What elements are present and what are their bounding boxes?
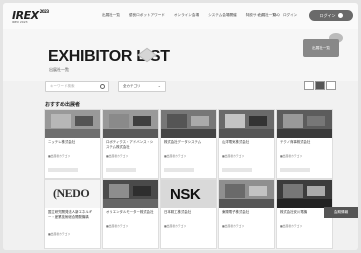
top-navigation: IREX2023 IREX 2023 出展社一覧 優良ロボットアワード オンライ…	[3, 3, 358, 29]
exhibitor-meta: ■出展者カテゴリ	[280, 154, 303, 158]
exhibitor-meta: ■出展者カテゴリ	[106, 224, 129, 228]
exhibitor-name: ニッテレ株式会社	[48, 140, 76, 144]
nedo-logo: (NEDO	[53, 186, 90, 200]
exhibitor-meta: ■出展者カテゴリ	[164, 224, 187, 228]
exhibitor-tag	[106, 168, 136, 172]
chevron-down-icon: ⌄	[157, 83, 161, 88]
exhibitor-image: NSK	[161, 180, 216, 208]
exhibitor-card[interactable]: 山洋電気株式会社 ■出展者カテゴリ	[218, 109, 275, 179]
nav-item[interactable]: オンライン会場	[174, 13, 199, 18]
exhibitor-meta: ■出展者カテゴリ	[48, 154, 71, 158]
exhibitor-card[interactable]: 株式会社データシステム ■出展者カテゴリ	[160, 109, 217, 179]
nav-item[interactable]: ログイン	[283, 13, 297, 18]
secondary-nav: 出展社一覧 ログイン	[258, 13, 304, 18]
user-icon	[337, 13, 343, 18]
exhibitor-meta: ■出展者カテゴリ	[48, 232, 71, 236]
hero-banner: EXHIBITOR LIST 出展社一覧 出展社一覧	[3, 29, 358, 81]
nav-item[interactable]: システム会場開催	[208, 13, 237, 18]
nsk-logo: NSK	[170, 186, 201, 203]
nav-item[interactable]: 出展社一覧	[102, 13, 120, 18]
category-select[interactable]: 全カテゴリ ⌄	[118, 81, 166, 92]
logo-year: 2023	[39, 9, 50, 14]
exhibitor-tag	[164, 168, 194, 172]
exhibitor-meta: ■出展者カテゴリ	[280, 224, 303, 228]
exhibitor-meta: ■出展者カテゴリ	[164, 154, 187, 158]
search-icon[interactable]	[100, 84, 105, 89]
exhibitor-card[interactable]: (NEDO 国立研究開発法人新エネルギー・産業技術総合開発機構 ■出展者カテゴリ	[44, 179, 101, 249]
exhibitor-name: 国立研究開発法人新エネルギー・産業技術総合開発機構	[48, 210, 93, 219]
exhibitor-card[interactable]: NSK 日本精工株式会社 ■出展者カテゴリ	[160, 179, 217, 249]
list-view-icon[interactable]	[304, 81, 314, 90]
exhibitor-name: オリエンタルモーター株式会社	[106, 210, 154, 214]
exhibitor-name: 株式会社データシステム	[164, 140, 202, 144]
exhibitor-card[interactable]: テクノ商事株式会社 ■出展者カテゴリ	[276, 109, 333, 179]
hero-badge[interactable]: 出展社一覧	[303, 39, 339, 57]
exhibitor-card[interactable]: 東陽電子株式会社 ■出展者カテゴリ	[218, 179, 275, 249]
tile-view-icon[interactable]	[326, 81, 336, 90]
exhibitor-card[interactable]: ロボティクス・アドバンス・システム株式会社 ■出展者カテゴリ	[102, 109, 159, 179]
exhibitor-tag	[48, 168, 78, 172]
exhibitor-name: ロボティクス・アドバンス・システム株式会社	[106, 140, 154, 149]
grid-view-icon[interactable]	[315, 81, 325, 90]
login-button-label: ログイン	[319, 12, 336, 18]
page-subtitle: 出展社一覧	[49, 67, 69, 72]
exhibitor-image	[161, 110, 216, 138]
exhibitor-tag	[222, 168, 252, 172]
search-placeholder: キーワード検索	[50, 84, 75, 88]
exhibitor-name: 山洋電気株式会社	[222, 140, 250, 144]
exhibitor-image	[219, 110, 274, 138]
exhibitor-meta: ■出展者カテゴリ	[106, 154, 129, 158]
view-toggle	[304, 81, 336, 90]
exhibitor-name: 東陽電子株式会社	[222, 210, 250, 214]
exhibitor-meta: ■出展者カテゴリ	[222, 224, 245, 228]
exhibitor-card[interactable]: オリエンタルモーター株式会社 ■出展者カテゴリ	[102, 179, 159, 249]
nav-item[interactable]: 出展社一覧	[258, 13, 276, 18]
site-logo[interactable]: IREX2023 IREX 2023	[12, 9, 49, 24]
side-tab[interactable]: 会期情報	[324, 207, 358, 218]
nav-item[interactable]: 優良ロボットアワード	[129, 13, 165, 18]
page: IREX2023 IREX 2023 出展社一覧 優良ロボットアワード オンライ…	[3, 3, 358, 250]
exhibitor-image	[45, 110, 100, 138]
exhibitor-tag	[280, 168, 310, 172]
exhibitor-image	[277, 110, 332, 138]
exhibitor-name: 日本精工株式会社	[164, 210, 192, 214]
exhibitor-image	[219, 180, 274, 208]
exhibitor-card[interactable]: ニッテレ株式会社 ■出展者カテゴリ	[44, 109, 101, 179]
section-title: おすすめ出展者	[45, 102, 81, 108]
login-button[interactable]: ログイン	[309, 10, 353, 21]
exhibitor-meta: ■出展者カテゴリ	[222, 154, 245, 158]
exhibitor-name: 株式会社安川電機	[280, 210, 308, 214]
exhibitor-image	[103, 110, 158, 138]
exhibitor-image: (NEDO	[45, 180, 100, 208]
exhibitor-image	[277, 180, 332, 208]
exhibitor-name: テクノ商事株式会社	[280, 140, 311, 144]
search-input[interactable]: キーワード検索	[45, 81, 109, 92]
category-select-value: 全カテゴリ	[123, 84, 141, 88]
exhibitor-image	[103, 180, 158, 208]
